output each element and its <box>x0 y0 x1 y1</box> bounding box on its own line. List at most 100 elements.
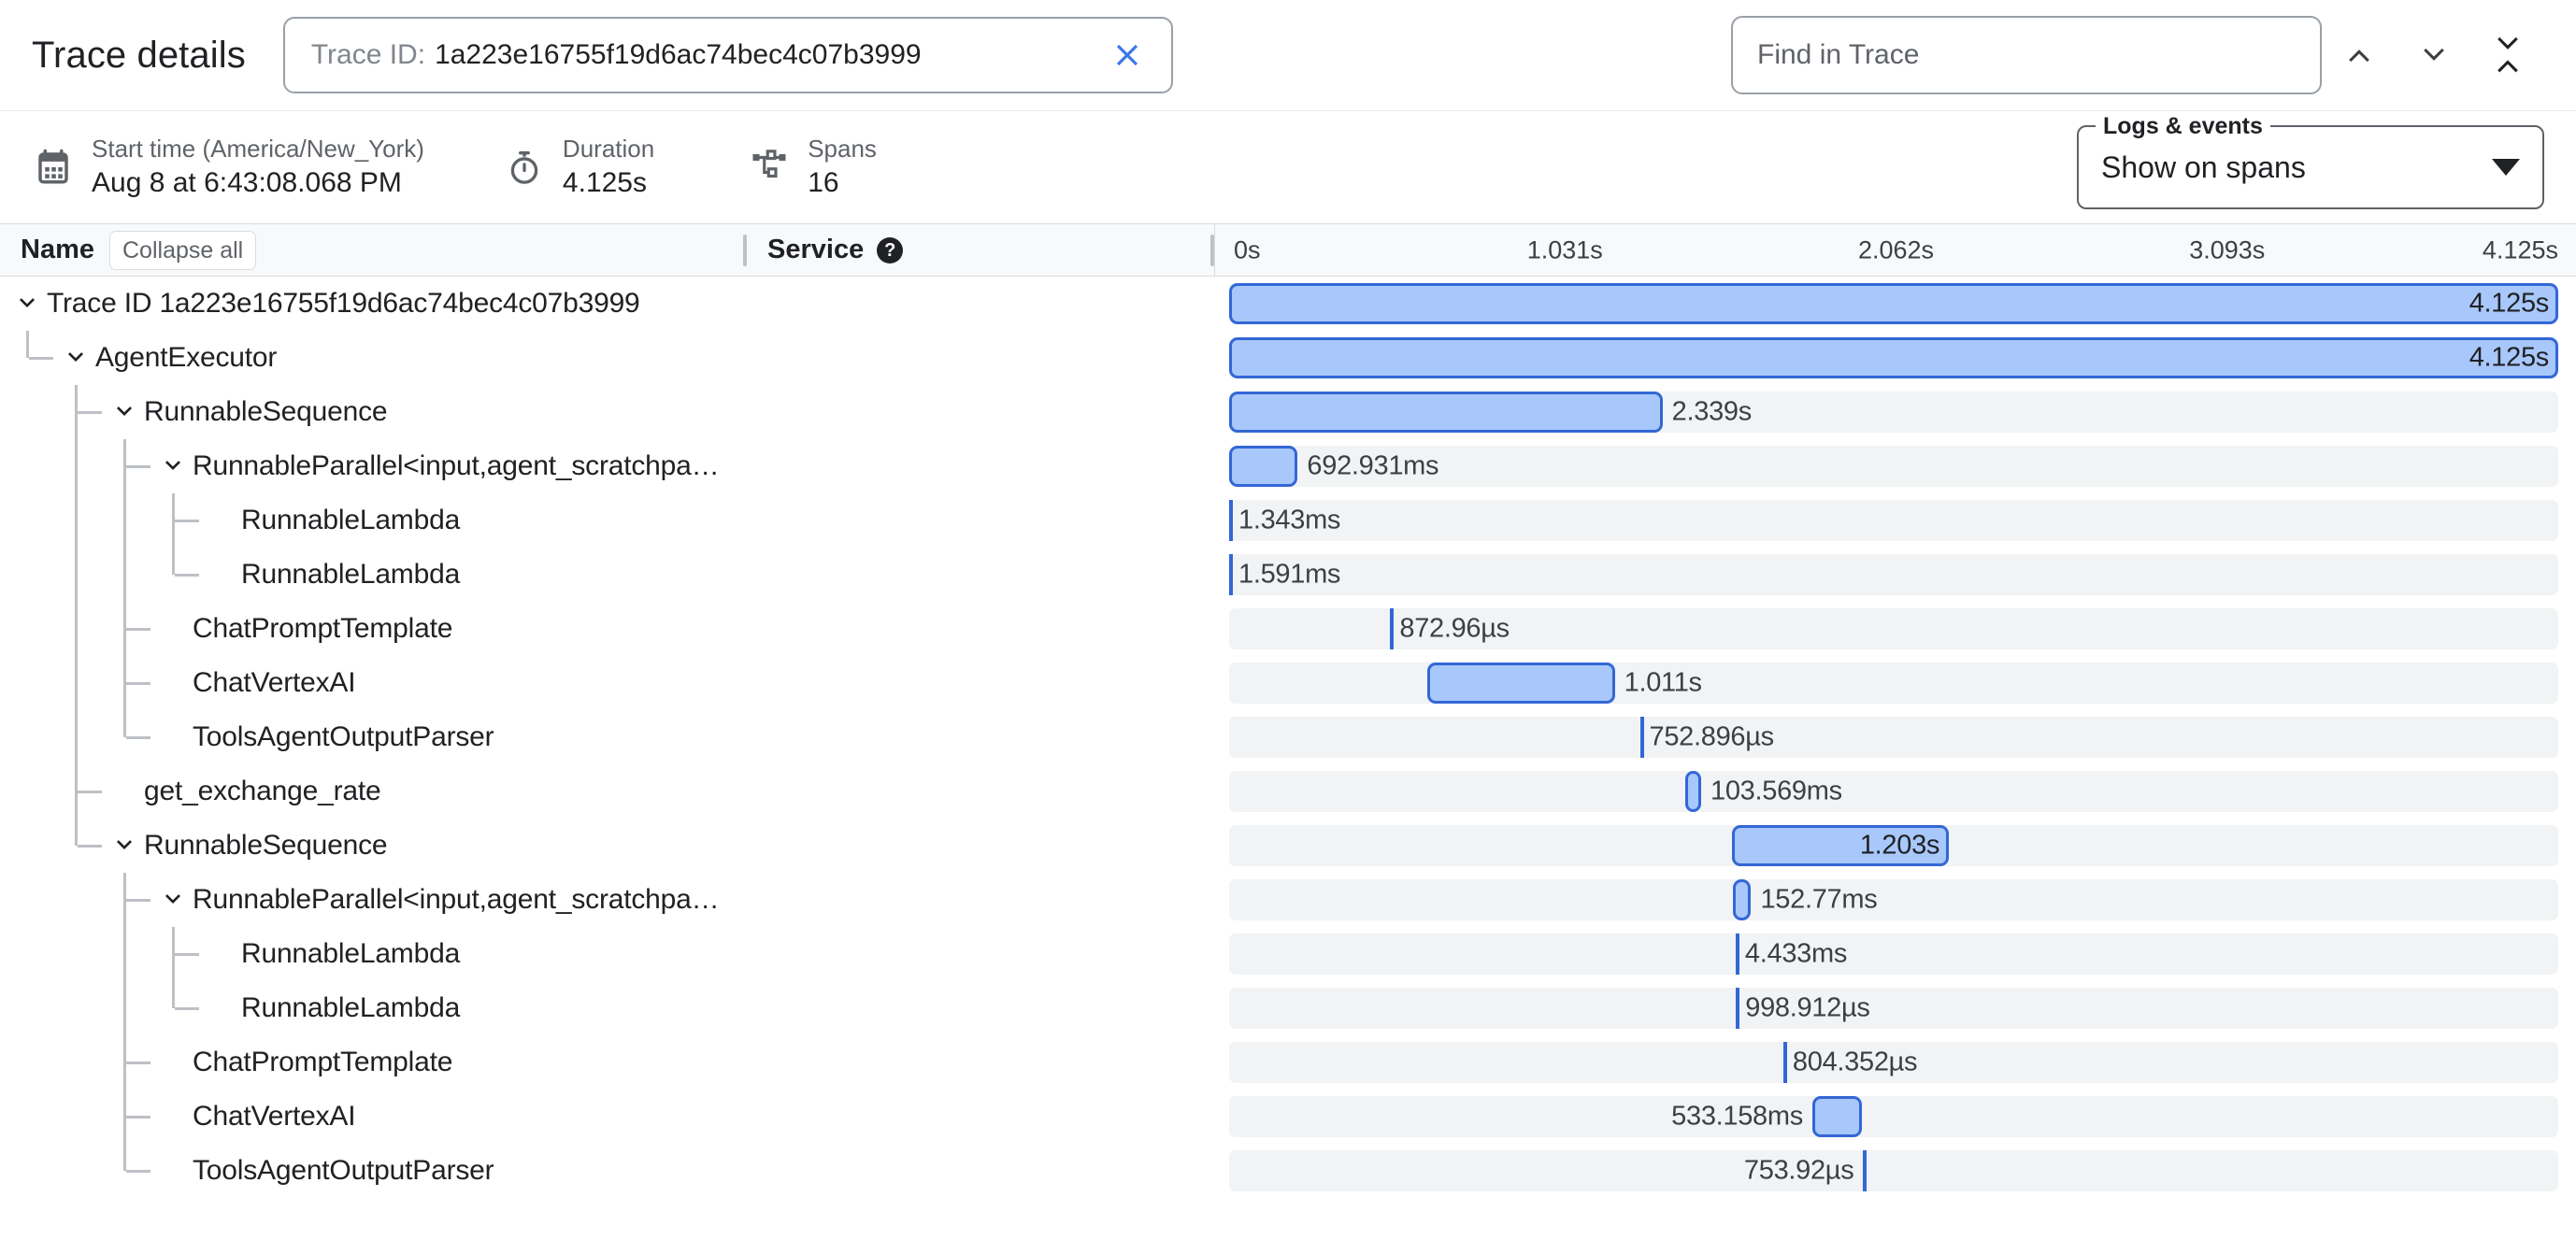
span-timeline-cell: 998.912µs <box>1210 981 2576 1035</box>
span-row[interactable]: RunnableLambda 1.591ms <box>0 548 2576 602</box>
span-duration-bar[interactable] <box>1733 879 1752 920</box>
span-duration-bar[interactable] <box>1782 1042 1787 1083</box>
span-timeline-cell: 4.433ms <box>1210 927 2576 981</box>
span-row[interactable]: ChatPromptTemplate 804.352µs <box>0 1035 2576 1090</box>
span-track: 1.203s <box>1229 825 2558 866</box>
span-duration-bar[interactable] <box>1427 663 1615 704</box>
span-duration-label: 753.92µs <box>1743 1155 1854 1186</box>
chevron-down-icon[interactable] <box>13 290 41 318</box>
span-duration-bar[interactable] <box>1229 337 2558 378</box>
span-name-cell: RunnableParallel<input,agent_scratchpa… <box>0 873 743 927</box>
timeline-ruler: 0s 1.031s 2.062s 3.093s 4.125s <box>1214 224 2576 276</box>
span-row[interactable]: RunnableParallel<input,agent_scratchpa… 1… <box>0 873 2576 927</box>
span-timeline-cell: 692.931ms <box>1210 439 2576 493</box>
column-header-service-label: Service <box>767 235 865 264</box>
span-row[interactable]: RunnableParallel<input,agent_scratchpa… 6… <box>0 439 2576 493</box>
span-name-label: RunnableParallel<input,agent_scratchpa… <box>193 450 720 481</box>
spans-label: Spans <box>808 135 877 164</box>
span-row[interactable]: ChatPromptTemplate 872.96µs <box>0 602 2576 656</box>
page-header: Trace details Trace ID: 1a223e16755f19d6… <box>0 0 2576 110</box>
logs-and-events-select[interactable]: Logs & events Show on spans <box>2077 113 2544 209</box>
span-duration-bar[interactable] <box>1229 446 1298 487</box>
collapse-all-button[interactable]: Collapse all <box>109 230 257 270</box>
span-row[interactable]: RunnableLambda 1.343ms <box>0 493 2576 548</box>
span-duration-bar[interactable] <box>1390 608 1395 649</box>
span-track: 804.352µs <box>1229 1042 2558 1083</box>
span-duration-label: 1.203s <box>1859 830 1940 861</box>
spans-meta: Spans 16 <box>748 134 877 201</box>
span-row[interactable]: ChatVertexAI 1.011s <box>0 656 2576 710</box>
span-row[interactable]: RunnableSequence 2.339s <box>0 385 2576 439</box>
span-row[interactable]: RunnableSequence 1.203s <box>0 819 2576 873</box>
timeline-tick-label: 4.125s <box>2482 235 2558 264</box>
span-timeline-cell: 1.011s <box>1210 656 2576 710</box>
span-duration-bar[interactable] <box>1863 1150 1868 1191</box>
dropdown-arrow-icon[interactable] <box>2492 159 2520 176</box>
span-timeline-cell: 4.125s <box>1210 277 2576 331</box>
span-name-cell: RunnableSequence <box>0 819 743 873</box>
span-timeline-cell: 533.158ms <box>1210 1090 2576 1144</box>
chevron-down-icon[interactable] <box>110 832 138 860</box>
chevron-up-icon[interactable] <box>2322 18 2397 93</box>
span-service-cell <box>743 602 1210 656</box>
span-row[interactable]: ChatVertexAI 533.158ms <box>0 1090 2576 1144</box>
span-name-label: AgentExecutor <box>95 342 278 373</box>
span-name-label: ChatVertexAI <box>193 1101 356 1132</box>
find-in-trace-input[interactable] <box>1755 38 2297 72</box>
trace-id-field[interactable]: Trace ID: 1a223e16755f19d6ac74bec4c07b39… <box>282 17 1173 93</box>
span-name-cell: RunnableLambda <box>0 493 743 548</box>
span-service-cell <box>743 710 1210 764</box>
span-row[interactable]: RunnableLambda 4.433ms <box>0 927 2576 981</box>
span-duration-label: 998.912µs <box>1745 992 1870 1023</box>
span-duration-bar[interactable] <box>1736 988 1740 1029</box>
span-name-label: get_exchange_rate <box>144 776 381 806</box>
chevron-down-icon[interactable] <box>159 452 187 480</box>
span-name-label: RunnableSequence <box>144 830 388 861</box>
table-column-header: Name Collapse all Service ? 0s 1.031s 2.06… <box>0 224 2576 277</box>
span-duration-bar[interactable] <box>1229 392 1663 433</box>
close-x-icon[interactable] <box>1108 36 1147 75</box>
span-duration-bar[interactable] <box>1639 717 1644 758</box>
span-duration-bar[interactable] <box>1229 500 1233 541</box>
span-timeline-cell: 103.569ms <box>1210 764 2576 819</box>
find-in-trace-field[interactable] <box>1731 16 2322 94</box>
span-row[interactable]: ToolsAgentOutputParser 753.92µs <box>0 1144 2576 1198</box>
span-name-cell: ChatVertexAI <box>0 1090 743 1144</box>
span-service-cell <box>743 764 1210 819</box>
span-rows-container: Trace ID 1a223e16755f19d6ac74bec4c07b399… <box>0 277 2576 1198</box>
span-duration-label: 152.77ms <box>1760 884 1878 915</box>
span-name-label: RunnableLambda <box>241 505 461 535</box>
span-duration-bar[interactable] <box>1229 554 1233 595</box>
span-name-label: RunnableLambda <box>241 559 461 590</box>
span-timeline-cell: 1.203s <box>1210 819 2576 873</box>
span-service-cell <box>743 331 1210 385</box>
span-duration-label: 872.96µs <box>1399 613 1510 644</box>
span-name-label: RunnableSequence <box>144 396 388 427</box>
chevron-down-icon[interactable] <box>2397 18 2471 93</box>
chevron-down-icon[interactable] <box>110 398 138 426</box>
span-duration-bar[interactable] <box>1811 1096 1863 1137</box>
chevron-down-icon[interactable] <box>62 344 90 372</box>
span-duration-bar[interactable] <box>1229 283 2558 324</box>
collapse-all-icon[interactable] <box>2471 18 2544 93</box>
span-row[interactable]: ToolsAgentOutputParser 752.896µs <box>0 710 2576 764</box>
span-row[interactable]: AgentExecutor 4.125s <box>0 331 2576 385</box>
span-duration-bar[interactable] <box>1735 933 1739 975</box>
span-duration-bar[interactable] <box>1684 771 1702 812</box>
span-row[interactable]: RunnableLambda 998.912µs <box>0 981 2576 1035</box>
timeline-tick-label: 2.062s <box>1857 235 1935 264</box>
span-timeline-cell: 1.591ms <box>1210 548 2576 602</box>
timeline-tick-label: 1.031s <box>1526 235 1603 264</box>
span-duration-label: 103.569ms <box>1710 776 1842 806</box>
duration-value: 4.125s <box>562 166 647 198</box>
span-row[interactable]: get_exchange_rate 103.569ms <box>0 764 2576 819</box>
span-service-cell <box>743 1144 1210 1198</box>
chevron-down-icon[interactable] <box>159 886 187 914</box>
span-track: 4.125s <box>1229 283 2558 324</box>
help-icon[interactable]: ? <box>877 236 904 264</box>
span-track: 1.011s <box>1229 663 2558 704</box>
span-service-cell <box>743 819 1210 873</box>
span-name-label: RunnableLambda <box>241 992 461 1023</box>
span-row[interactable]: Trace ID 1a223e16755f19d6ac74bec4c07b399… <box>0 277 2576 331</box>
span-service-cell <box>743 873 1210 927</box>
